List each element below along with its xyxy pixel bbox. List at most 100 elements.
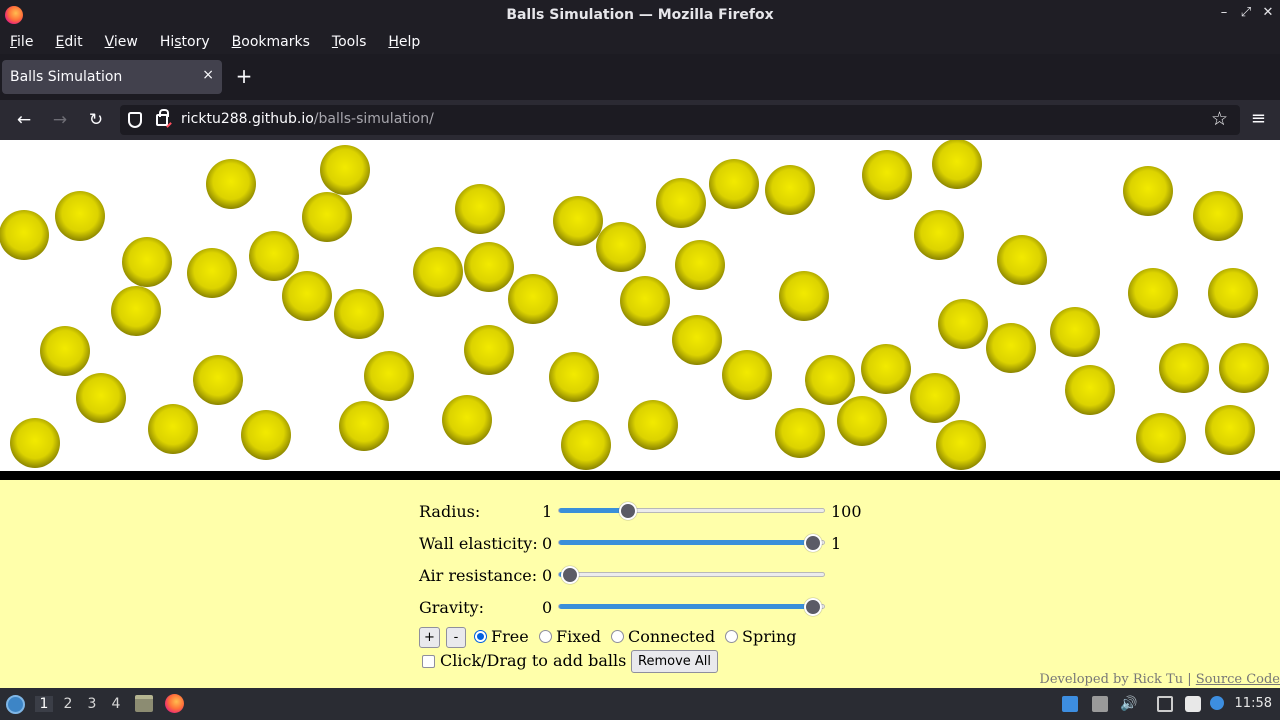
- ball: [779, 271, 829, 321]
- workspace-4[interactable]: 4: [107, 696, 125, 712]
- ball: [464, 242, 514, 292]
- ball: [111, 286, 161, 336]
- navigation-bar: ← → ↻ ricktu288.github.io/balls-simulati…: [0, 100, 1280, 140]
- ball: [148, 404, 198, 454]
- firefox-taskbar-icon[interactable]: [165, 694, 184, 713]
- ball: [997, 235, 1047, 285]
- wall-elasticity-slider[interactable]: [558, 534, 825, 552]
- ball: [1193, 191, 1243, 241]
- click-drag-checkbox[interactable]: [422, 655, 435, 668]
- remove-ball-button[interactable]: -: [446, 627, 466, 648]
- air-resistance-label: Air resistance:: [419, 566, 538, 585]
- ball: [464, 325, 514, 375]
- close-window-button[interactable]: ✕: [1258, 5, 1278, 20]
- mode-spring-radio[interactable]: Spring: [725, 627, 797, 646]
- ball: [364, 351, 414, 401]
- wall-elasticity-slider-thumb[interactable]: [804, 534, 822, 552]
- workspace-1[interactable]: 1: [35, 696, 53, 712]
- radio-dot[interactable]: [539, 630, 552, 643]
- source-code-link[interactable]: Source Code: [1196, 672, 1280, 687]
- back-button[interactable]: ←: [12, 108, 36, 132]
- mode-free-radio[interactable]: Free: [474, 627, 529, 646]
- workspace-3[interactable]: 3: [83, 696, 101, 712]
- radius-slider-thumb[interactable]: [619, 502, 637, 520]
- mode-connected-label: Connected: [628, 627, 716, 646]
- mode-connected-radio[interactable]: Connected: [611, 627, 715, 646]
- volume-icon[interactable]: 🔊: [1120, 696, 1137, 712]
- ball: [1208, 268, 1258, 318]
- ball: [1159, 343, 1209, 393]
- tab-strip: Balls Simulation ×: [0, 54, 1280, 100]
- gravity-slider[interactable]: [558, 598, 825, 616]
- connection-lock-icon[interactable]: [156, 109, 169, 126]
- notification-icon[interactable]: [1210, 696, 1224, 710]
- ball: [282, 271, 332, 321]
- radio-dot[interactable]: [474, 630, 487, 643]
- page-footer: Developed by Rick Tu | Source Code: [1039, 672, 1280, 687]
- ball: [249, 231, 299, 281]
- ball: [1065, 365, 1115, 415]
- click-drag-label: Click/Drag to add balls: [440, 651, 627, 670]
- hamburger-menu-icon[interactable]: ≡: [1251, 108, 1266, 129]
- menu-view[interactable]: View: [105, 34, 138, 50]
- start-menu-icon[interactable]: [6, 695, 25, 714]
- ball: [302, 192, 352, 242]
- ball: [508, 274, 558, 324]
- ball: [620, 276, 670, 326]
- ball: [334, 289, 384, 339]
- gravity-row: Gravity: 0: [419, 596, 879, 620]
- clipboard-icon[interactable]: [1185, 696, 1201, 712]
- new-tab-button[interactable]: +: [234, 64, 254, 88]
- ball: [1205, 405, 1255, 455]
- radio-dot[interactable]: [725, 630, 738, 643]
- mode-spring-label: Spring: [742, 627, 797, 646]
- air-resistance-slider-thumb[interactable]: [561, 566, 579, 584]
- radio-dot[interactable]: [611, 630, 624, 643]
- ball: [1136, 413, 1186, 463]
- ball: [861, 344, 911, 394]
- reload-button[interactable]: ↻: [84, 108, 108, 132]
- menu-help[interactable]: Help: [388, 34, 420, 50]
- tab-balls-simulation[interactable]: Balls Simulation ×: [2, 60, 222, 94]
- workspace-2[interactable]: 2: [59, 696, 77, 712]
- ball: [10, 418, 60, 468]
- ball: [932, 140, 982, 189]
- window-titlebar: Balls Simulation — Mozilla Firefox – ⤢ ✕: [0, 0, 1280, 30]
- forward-button[interactable]: →: [48, 108, 72, 132]
- menu-tools[interactable]: Tools: [332, 34, 367, 50]
- display-icon[interactable]: [1062, 696, 1078, 712]
- tracking-protection-shield-icon[interactable]: [128, 112, 142, 128]
- add-ball-button[interactable]: +: [419, 627, 440, 648]
- bookmark-star-icon[interactable]: ☆: [1211, 108, 1228, 130]
- air-resistance-slider[interactable]: [558, 566, 825, 584]
- menu-file[interactable]: File: [10, 34, 33, 50]
- tab-label: Balls Simulation: [10, 69, 123, 85]
- gravity-slider-thumb[interactable]: [804, 598, 822, 616]
- eject-icon[interactable]: [1092, 696, 1108, 712]
- address-bar[interactable]: ricktu288.github.io/balls-simulation/ ☆: [120, 105, 1240, 135]
- minimize-button[interactable]: –: [1214, 5, 1234, 20]
- ball: [1128, 268, 1178, 318]
- maximize-button[interactable]: ⤢: [1236, 5, 1256, 20]
- ball: [628, 400, 678, 450]
- add-balls-row: Click/Drag to add balls Remove All: [422, 650, 882, 674]
- url-text[interactable]: ricktu288.github.io/balls-simulation/: [181, 111, 434, 127]
- ball: [765, 165, 815, 215]
- close-tab-icon[interactable]: ×: [202, 67, 214, 83]
- mode-fixed-radio[interactable]: Fixed: [539, 627, 601, 646]
- ball: [40, 326, 90, 376]
- menu-bookmarks[interactable]: Bookmarks: [232, 34, 310, 50]
- file-manager-icon[interactable]: [135, 695, 153, 712]
- simulation-canvas[interactable]: [0, 140, 1280, 471]
- remove-all-button[interactable]: Remove All: [631, 650, 719, 673]
- radius-slider[interactable]: [558, 502, 825, 520]
- ball: [549, 352, 599, 402]
- ball: [596, 222, 646, 272]
- network-icon[interactable]: [1157, 696, 1173, 712]
- ball: [0, 210, 49, 260]
- ball: [775, 408, 825, 458]
- menu-edit[interactable]: Edit: [55, 34, 82, 50]
- ball: [936, 420, 986, 470]
- ball: [672, 315, 722, 365]
- menu-history[interactable]: History: [160, 34, 210, 50]
